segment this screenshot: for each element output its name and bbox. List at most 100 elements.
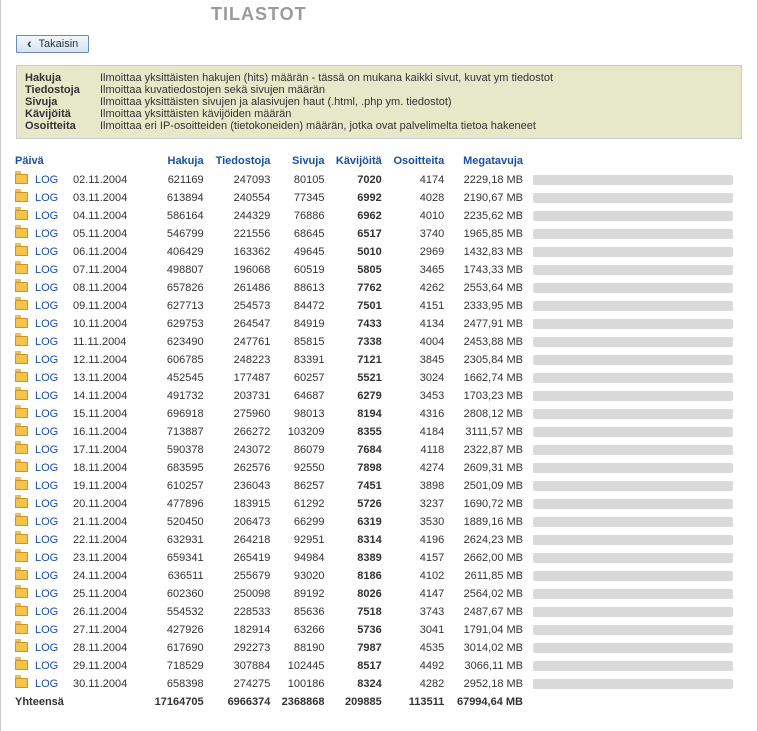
log-link[interactable]: LOG [31,171,69,189]
cell-hits: 606785 [147,351,208,369]
cell-pages: 86079 [274,441,328,459]
totals-mb: 67994,64 MB [448,693,527,711]
cell-visitors: 6279 [328,387,385,405]
cell-addresses: 4535 [386,639,448,657]
cell-files: 244329 [208,207,275,225]
log-link[interactable]: LOG [31,675,69,693]
legend-row: HakujaIlmoittaa yksittäisten hakujen (hi… [25,72,733,84]
log-link[interactable]: LOG [31,513,69,531]
cell-mb: 2952,18 MB [448,675,527,693]
cell-visitors: 8314 [328,531,385,549]
legend-desc: Ilmoittaa yksittäisten kävijöiden määrän [100,108,291,120]
log-link[interactable]: LOG [31,495,69,513]
col-pages: Sivuja [274,153,328,171]
log-link[interactable]: LOG [31,585,69,603]
usage-bar [533,391,733,401]
log-link[interactable]: LOG [31,603,69,621]
cell-pages: 102445 [274,657,328,675]
cell-addresses: 2969 [386,243,448,261]
cell-visitors: 8324 [328,675,385,693]
usage-bar [533,301,733,311]
cell-visitors: 7020 [328,171,385,189]
log-link[interactable]: LOG [31,549,69,567]
cell-visitors: 7121 [328,351,385,369]
cell-hits: 590378 [147,441,208,459]
cell-hits: 632931 [147,531,208,549]
cell-files: 221556 [208,225,275,243]
log-link[interactable]: LOG [31,261,69,279]
legend-box: HakujaIlmoittaa yksittäisten hakujen (hi… [16,65,742,139]
cell-files: 236043 [208,477,275,495]
table-row: LOG15.11.2004696918275960980138194431628… [11,405,747,423]
cell-pages: 92550 [274,459,328,477]
table-row: LOG24.11.2004636511255679930208186410226… [11,567,747,585]
cell-addresses: 3740 [386,225,448,243]
folder-icon [15,552,28,562]
cell-date: 06.11.2004 [69,243,147,261]
folder-icon [15,588,28,598]
log-link[interactable]: LOG [31,243,69,261]
cell-date: 18.11.2004 [69,459,147,477]
folder-icon [15,606,28,616]
cell-files: 255679 [208,567,275,585]
cell-date: 21.11.2004 [69,513,147,531]
cell-files: 203731 [208,387,275,405]
folder-icon [15,498,28,508]
cell-addresses: 3845 [386,351,448,369]
usage-bar [533,337,733,347]
cell-date: 28.11.2004 [69,639,147,657]
usage-bar [533,265,733,275]
cell-mb: 3111,57 MB [448,423,527,441]
folder-icon [15,318,28,328]
log-link[interactable]: LOG [31,315,69,333]
back-button[interactable]: Takaisin [16,35,89,53]
cell-addresses: 4157 [386,549,448,567]
log-link[interactable]: LOG [31,441,69,459]
log-link[interactable]: LOG [31,621,69,639]
cell-date: 13.11.2004 [69,369,147,387]
log-link[interactable]: LOG [31,405,69,423]
log-link[interactable]: LOG [31,567,69,585]
folder-icon [15,282,28,292]
log-link[interactable]: LOG [31,531,69,549]
totals-files: 6966374 [208,693,275,711]
cell-date: 16.11.2004 [69,423,147,441]
table-row: LOG30.11.2004658398274275100186832442822… [11,675,747,693]
usage-bar [533,193,733,203]
log-link[interactable]: LOG [31,279,69,297]
log-link[interactable]: LOG [31,387,69,405]
log-link[interactable]: LOG [31,423,69,441]
cell-pages: 85636 [274,603,328,621]
usage-bar [533,373,733,383]
log-link[interactable]: LOG [31,297,69,315]
log-link[interactable]: LOG [31,351,69,369]
table-row: LOG22.11.2004632931264218929518314419626… [11,531,747,549]
log-link[interactable]: LOG [31,333,69,351]
cell-files: 262576 [208,459,275,477]
log-link[interactable]: LOG [31,657,69,675]
cell-files: 183915 [208,495,275,513]
folder-icon [15,408,28,418]
log-link[interactable]: LOG [31,207,69,225]
totals-row: Yhteensä 17164705 6966374 2368868 209885… [11,693,747,711]
log-link[interactable]: LOG [31,189,69,207]
table-row: LOG18.11.2004683595262576925507898427426… [11,459,747,477]
log-link[interactable]: LOG [31,369,69,387]
folder-icon [15,624,28,634]
cell-date: 12.11.2004 [69,351,147,369]
cell-mb: 2501,09 MB [448,477,527,495]
cell-addresses: 4102 [386,567,448,585]
log-link[interactable]: LOG [31,639,69,657]
cell-files: 240554 [208,189,275,207]
log-link[interactable]: LOG [31,477,69,495]
totals-hits: 17164705 [147,693,208,711]
cell-files: 275960 [208,405,275,423]
col-mb: Megatavuja [448,153,527,171]
log-link[interactable]: LOG [31,459,69,477]
cell-visitors: 8026 [328,585,385,603]
log-link[interactable]: LOG [31,225,69,243]
folder-icon [15,246,28,256]
cell-hits: 617690 [147,639,208,657]
cell-addresses: 4147 [386,585,448,603]
cell-pages: 84919 [274,315,328,333]
